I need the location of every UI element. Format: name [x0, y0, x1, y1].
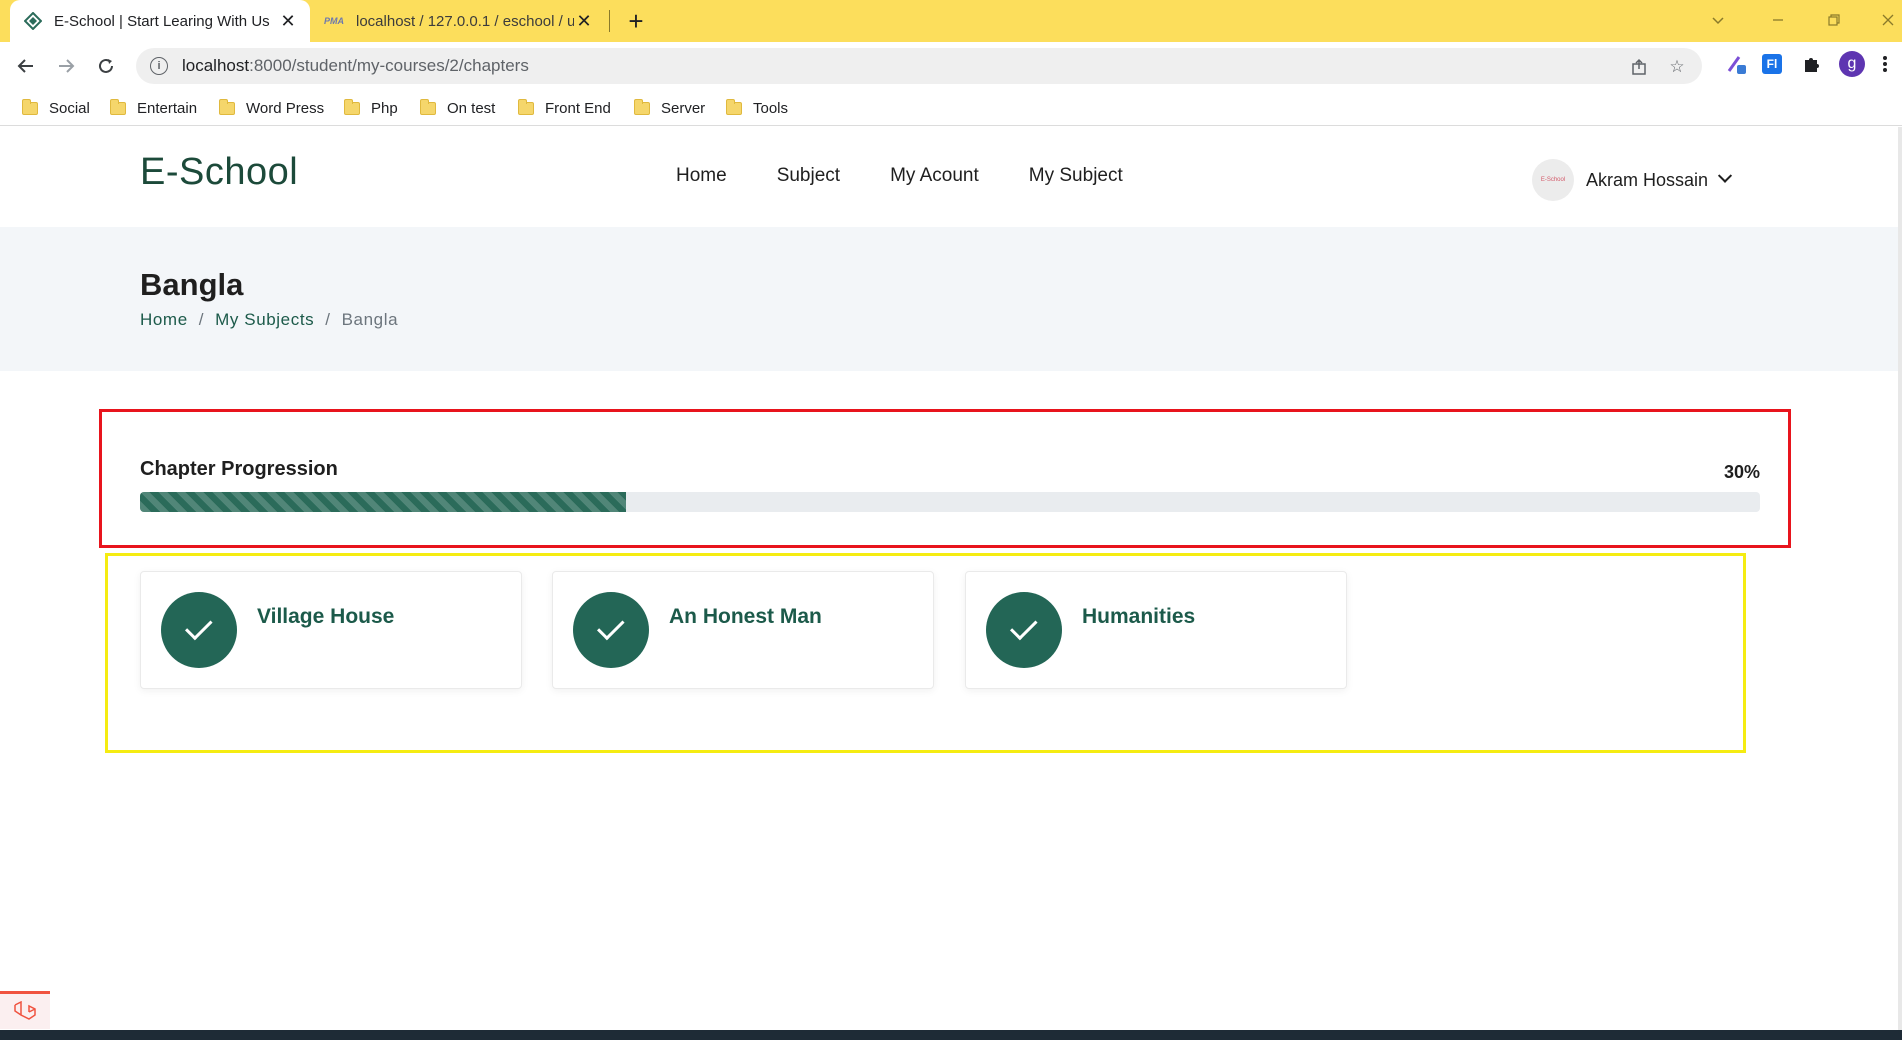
back-arrow-icon[interactable] [10, 50, 42, 82]
url-path: :8000/student/my-courses/2/chapters [249, 56, 529, 75]
browser-tab-strip: E-School | Start Learing With Us ✕ PMA l… [0, 0, 1902, 42]
share-icon[interactable] [1628, 56, 1650, 78]
minimize-window-icon[interactable] [1766, 8, 1790, 32]
progress-bar-fill [140, 492, 626, 512]
reload-icon[interactable] [90, 50, 122, 82]
extension-pen-icon[interactable] [1722, 50, 1750, 78]
folder-icon [518, 98, 534, 115]
page-scrollbar[interactable] [1898, 127, 1902, 1030]
extension-fi-icon[interactable]: Fl [1758, 50, 1786, 78]
nav-link-my-account[interactable]: My Acount [890, 165, 979, 187]
nav-link-home[interactable]: Home [676, 165, 727, 187]
phpmyadmin-favicon-icon: PMA [324, 16, 344, 26]
os-taskbar [0, 1030, 1902, 1040]
extensions-puzzle-icon[interactable] [1798, 50, 1826, 78]
chapter-progress-section: Chapter Progression 30% [99, 409, 1791, 548]
user-name: Akram Hossain [1586, 169, 1709, 190]
bookmark-label: Social [49, 99, 90, 117]
browser-toolbar: i localhost:8000/student/my-courses/2/ch… [0, 42, 1902, 90]
breadcrumb-separator: / [198, 310, 205, 329]
bookmark-folder[interactable]: Entertain [110, 96, 197, 120]
breadcrumb-separator: / [325, 310, 331, 329]
bookmark-star-icon[interactable]: ☆ [1666, 56, 1688, 78]
chapter-title: Village House [257, 605, 395, 628]
tab-phpmyadmin[interactable]: PMA localhost / 127.0.0.1 / eschool / u … [314, 0, 604, 42]
chevron-down-icon [1717, 168, 1733, 183]
check-icon [161, 592, 237, 668]
folder-icon [634, 98, 650, 115]
profile-initial: g [1839, 51, 1865, 77]
nav-link-my-subject[interactable]: My Subject [1029, 165, 1123, 187]
new-tab-button[interactable]: + [622, 6, 650, 36]
site-logo[interactable]: E-School [140, 151, 298, 194]
breadcrumb-home[interactable]: Home [140, 310, 188, 330]
url-text: localhost:8000/student/my-courses/2/chap… [182, 56, 529, 76]
progress-percent: 30% [1723, 462, 1760, 482]
web-page: E-School Home Subject My Acount My Subje… [0, 127, 1902, 1030]
bookmark-folder[interactable]: Tools [726, 96, 788, 120]
url-host: localhost [182, 56, 250, 75]
page-banner: Bangla Home / My Subjects / Bangla [0, 227, 1898, 371]
chapter-title: An Honest Man [669, 605, 822, 628]
folder-icon [110, 98, 126, 115]
folder-icon [420, 98, 436, 115]
page-title: Bangla [140, 267, 244, 302]
restore-window-icon[interactable] [1822, 8, 1846, 32]
bookmark-label: Php [371, 99, 398, 117]
tab-close-icon[interactable]: ✕ [278, 11, 298, 31]
folder-icon [22, 98, 38, 115]
site-header: E-School Home Subject My Acount My Subje… [0, 127, 1898, 227]
bookmark-label: Front End [545, 99, 611, 117]
bookmark-folder[interactable]: Word Press [219, 96, 324, 120]
tab-search-chevron-icon[interactable] [1706, 8, 1730, 32]
laravel-debugbar-icon[interactable] [0, 991, 50, 1029]
chapter-card[interactable]: An Honest Man [552, 571, 934, 689]
breadcrumb: Home / My Subjects / Bangla [140, 310, 398, 330]
bookmark-label: Server [661, 99, 706, 117]
progress-title: Chapter Progression [140, 458, 338, 480]
chapter-title: Humanities [1082, 605, 1196, 628]
tab-close-icon[interactable]: ✕ [574, 11, 594, 31]
bookmark-folder[interactable]: Social [22, 96, 90, 120]
tab-eschool[interactable]: E-School | Start Learing With Us ✕ [10, 0, 310, 42]
bookmark-folder[interactable]: Php [344, 96, 398, 120]
bookmark-folder[interactable]: Front End [518, 96, 611, 120]
chapter-card[interactable]: Village House [140, 571, 522, 689]
user-menu-toggle[interactable]: E-School Akram Hossain [1532, 159, 1733, 201]
breadcrumb-current: Bangla [341, 310, 399, 329]
tab-separator [609, 10, 610, 32]
tab-title: localhost / 127.0.0.1 / eschool / u [356, 12, 574, 30]
nav-link-subject[interactable]: Subject [777, 165, 840, 187]
folder-icon [344, 98, 360, 115]
bookmark-label: Word Press [246, 99, 325, 117]
bookmark-folder[interactable]: Server [634, 96, 705, 120]
eschool-favicon-icon [24, 12, 42, 30]
check-icon [986, 592, 1062, 668]
chapter-card[interactable]: Humanities [965, 571, 1347, 689]
user-avatar: E-School [1532, 159, 1574, 201]
progress-bar-track [140, 492, 1760, 512]
profile-avatar[interactable]: g [1838, 50, 1866, 78]
bookmark-label: On test [447, 99, 496, 117]
site-info-icon[interactable]: i [150, 57, 168, 75]
bookmark-label: Tools [753, 99, 789, 117]
browser-menu-icon[interactable] [1878, 50, 1892, 78]
bookmarks-bar: Social Entertain Word Press Php On test … [0, 90, 1902, 126]
tab-title: E-School | Start Learing With Us [54, 12, 270, 30]
bookmark-label: Entertain [137, 99, 198, 117]
close-window-icon[interactable] [1876, 8, 1900, 32]
forward-arrow-icon[interactable] [50, 50, 82, 82]
main-nav: Home Subject My Acount My Subject [676, 165, 1123, 187]
check-icon [573, 592, 649, 668]
bookmark-folder[interactable]: On test [420, 96, 495, 120]
breadcrumb-my-subjects[interactable]: My Subjects [215, 310, 314, 330]
folder-icon [219, 98, 235, 115]
folder-icon [726, 98, 742, 115]
address-bar[interactable]: i localhost:8000/student/my-courses/2/ch… [136, 48, 1702, 84]
